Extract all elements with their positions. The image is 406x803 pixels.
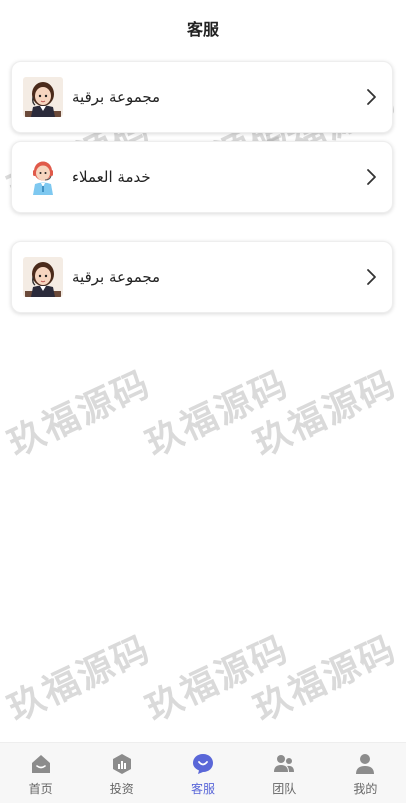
chevron-right-icon — [367, 269, 376, 285]
tab-team[interactable]: 团队 — [244, 743, 325, 803]
watermark: 玖福源码 — [1, 363, 158, 465]
bottom-tab-bar: 首页 投资 客服 团队 我的 — [0, 742, 406, 803]
card-label: خدمة العملاء — [72, 168, 151, 186]
telegram-group-card[interactable]: مجموعة برقية — [11, 241, 393, 313]
support-agent-icon — [23, 157, 63, 197]
agent-avatar-icon — [23, 257, 63, 297]
home-icon — [31, 754, 50, 773]
agent-avatar-icon — [23, 77, 63, 117]
header: 客服 — [0, 0, 406, 56]
tab-home[interactable]: 首页 — [0, 743, 81, 803]
card-label: مجموعة برقية — [72, 88, 161, 106]
watermark: 玖福源码 — [139, 628, 296, 730]
tab-label: 客服 — [191, 781, 216, 796]
chevron-right-icon — [367, 169, 376, 185]
customer-service-page: 客服 玖福源码 玖福源码 玖福源码 玖福源码 玖福源码 玖福源码 玖福源码 玖福… — [0, 0, 406, 803]
invest-icon — [112, 753, 131, 774]
telegram-group-card[interactable]: مجموعة برقية — [11, 61, 393, 133]
chat-icon — [193, 753, 213, 774]
team-icon — [274, 754, 295, 772]
chevron-right-icon — [367, 89, 376, 105]
watermark: 玖福源码 — [247, 363, 404, 465]
watermark: 玖福源码 — [139, 363, 296, 465]
tab-invest[interactable]: 投资 — [81, 743, 162, 803]
tab-customer-service[interactable]: 客服 — [162, 743, 243, 803]
tab-label: 我的 — [353, 781, 378, 796]
watermark: 玖福源码 — [247, 628, 404, 730]
tab-label: 首页 — [28, 781, 53, 796]
page-title: 客服 — [186, 20, 219, 39]
tab-profile[interactable]: 我的 — [325, 743, 406, 803]
profile-icon — [356, 753, 375, 774]
watermark: 玖福源码 — [1, 628, 158, 730]
customer-service-card[interactable]: خدمة العملاء — [11, 141, 393, 213]
tab-label: 投资 — [109, 781, 134, 796]
tab-label: 团队 — [272, 781, 297, 796]
card-label: مجموعة برقية — [72, 268, 161, 286]
